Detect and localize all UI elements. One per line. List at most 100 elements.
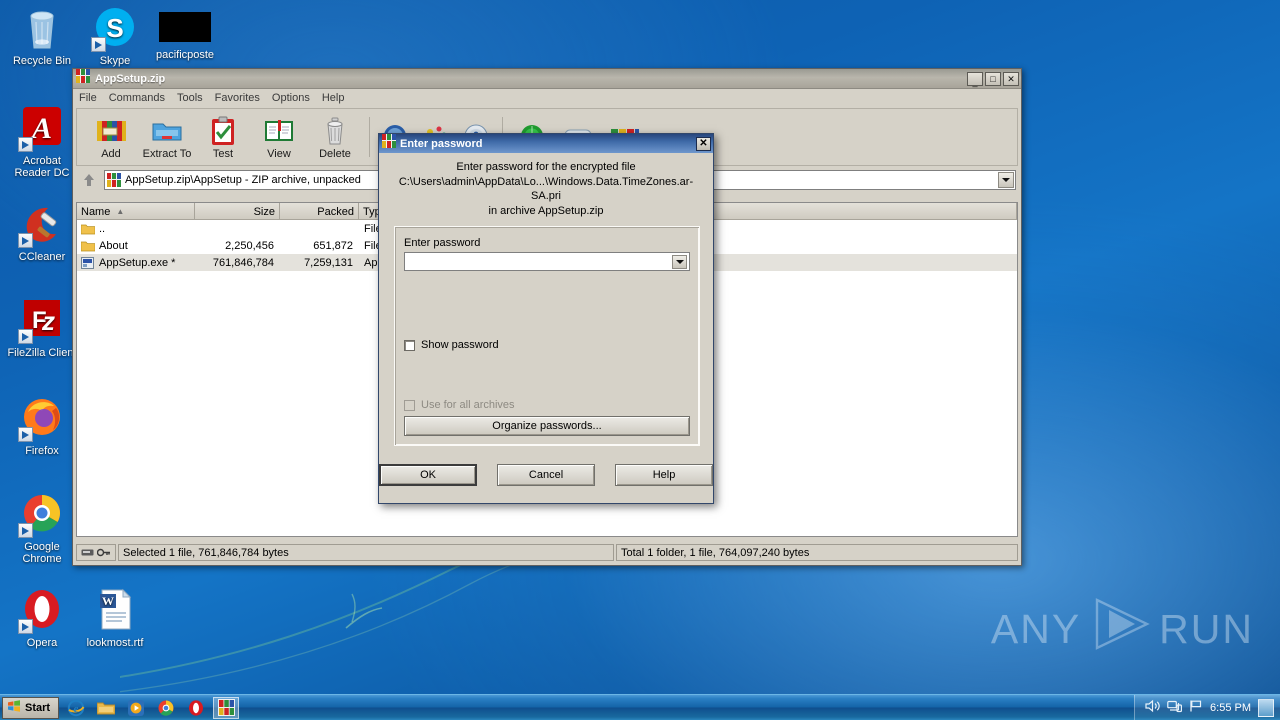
delete-icon [319,115,351,147]
system-tray[interactable]: 6:55 PM [1134,695,1280,720]
desktop-icon-ccleaner[interactable]: CCleaner [5,200,79,263]
desktop-icon-filezilla-client[interactable]: F z FileZilla Client [5,296,79,359]
ok-button[interactable]: OK [379,464,478,486]
desktop-icon-label: Recycle Bin [12,55,72,67]
menu-item-options[interactable]: Options [272,92,310,104]
desktop-icon-pacificposte[interactable]: pacificposte [148,4,222,61]
taskbar[interactable]: Start e 6:55 PM [0,694,1280,720]
toolbar-button-delete[interactable]: Delete [307,115,363,160]
shortcut-overlay-icon [18,427,33,442]
column-header-name[interactable]: Name ▲ [77,203,195,220]
start-button[interactable]: Start [2,696,60,719]
status-total-text: Total 1 folder, 1 file, 764,097,240 byte… [616,544,1018,561]
password-field-label: Enter password [404,237,481,249]
toolbar-button-add[interactable]: Add [83,115,139,160]
menu-item-favorites[interactable]: Favorites [215,92,260,104]
menu-item-help[interactable]: Help [322,92,345,104]
desktop-icon-label: pacificposte [155,49,215,61]
filezilla-icon: F z [18,296,66,344]
file-name-text: .. [99,222,106,235]
toolbar-label: View [267,147,291,160]
enter-password-dialog[interactable]: Enter password ✕ Enter password for the … [378,133,714,504]
desktop-icon-google-chrome[interactable]: Google Chrome [5,490,79,565]
toolbar-separator [369,117,370,157]
minimize-button[interactable]: _ [967,71,983,87]
column-header-packed[interactable]: Packed [280,203,359,220]
anyrun-watermark: ANY RUN [991,596,1254,662]
dialog-button-row[interactable]: OK Cancel Help [379,464,714,486]
recycle-bin-icon [18,4,66,52]
svg-text:S: S [106,13,123,43]
organize-passwords-button[interactable]: Organize passwords... [404,416,690,436]
use-for-all-archives-row: Use for all archives [404,399,690,411]
password-combobox[interactable] [404,252,690,272]
desktop-icon-skype[interactable]: S Skype [78,4,152,67]
toolbar-button-test[interactable]: Test [195,115,251,160]
dialog-close-button[interactable]: ✕ [696,136,711,151]
add-icon [95,115,127,147]
taskbar-item-internet-explorer[interactable]: e [63,697,89,719]
svg-text:W: W [102,594,114,608]
maximize-button[interactable]: □ [985,71,1001,86]
menu-item-commands[interactable]: Commands [109,92,165,104]
desktop-icon-label: Opera [26,637,58,649]
file-name-text: About [99,239,128,252]
show-password-checkbox-row[interactable]: Show password [404,339,690,351]
password-history-chevron-down-icon[interactable] [672,255,687,269]
svg-text:A: A [30,112,52,145]
pacificposte-icon [159,12,211,46]
test-icon [207,115,239,147]
password-input[interactable] [405,254,689,272]
chevron-down-icon[interactable] [998,172,1014,188]
cancel-button[interactable]: Cancel [497,464,596,486]
taskbar-item-google-chrome[interactable] [153,697,179,719]
use-for-all-archives-checkbox [404,399,415,411]
network-icon[interactable] [1167,699,1183,718]
column-header-size[interactable]: Size [195,203,280,220]
drive-icon [81,544,94,562]
show-password-checkbox[interactable] [404,339,415,351]
desktop-icon-label: Acrobat Reader DC [14,155,70,179]
column-label: Name [81,205,111,218]
desktop-icon-opera[interactable]: Opera [5,586,79,649]
volume-icon[interactable] [1145,699,1160,718]
toolbar-button-extract-to[interactable]: Extract To [139,115,195,160]
anyrun-play-logo-icon [1087,596,1153,662]
help-button[interactable]: Help [615,464,714,486]
toolbar-label: Extract To [142,147,192,160]
start-label: Start [25,701,51,714]
taskbar-item-windows-media-player[interactable] [123,697,149,719]
desktop-icon-acrobat-reader-dc[interactable]: A Acrobat Reader DC [5,104,79,179]
shortcut-overlay-icon [18,329,33,344]
taskbar-item-windows-explorer[interactable] [93,697,119,719]
rtf-document-icon: W [91,586,139,634]
dialog-title-bar[interactable]: Enter password ✕ [379,134,713,153]
chrome-icon [18,490,66,538]
desktop-icon-lookmost-rtf[interactable]: W lookmost.rtf [78,586,152,649]
window-controls[interactable]: _ □ ✕ [967,71,1019,87]
show-desktop-button[interactable] [1258,699,1274,717]
windows-logo-icon [7,699,21,716]
clock[interactable]: 6:55 PM [1210,702,1251,714]
ccleaner-icon [18,200,66,248]
taskbar-item-opera[interactable] [183,697,209,719]
close-button[interactable]: ✕ [1003,71,1019,86]
action-center-flag-icon[interactable] [1189,699,1203,718]
status-icons [76,544,116,561]
file-name-cell: About [77,240,195,252]
menu-item-tools[interactable]: Tools [177,92,203,104]
folder-icon [80,223,96,235]
watermark-text-left: ANY [990,605,1082,652]
desktop-icon-firefox[interactable]: Firefox [5,394,79,457]
up-one-level-button[interactable] [78,170,100,190]
desktop-icon-label: FileZilla Client [7,347,77,359]
winrar-menu-bar[interactable]: File Commands Tools Favorites Options He… [73,89,1021,106]
password-group-box: Enter password Show password Use for all… [394,226,700,446]
menu-item-file[interactable]: File [79,92,97,104]
dialog-app-icon [382,134,396,153]
taskbar-item-winrar[interactable] [213,696,240,719]
toolbar-button-view[interactable]: View [251,115,307,160]
winrar-title-bar[interactable]: AppSetup.zip _ □ ✕ [73,69,1021,89]
dialog-message-line-3: in archive AppSetup.zip [488,204,604,217]
desktop-icon-recycle-bin[interactable]: Recycle Bin [5,4,79,67]
